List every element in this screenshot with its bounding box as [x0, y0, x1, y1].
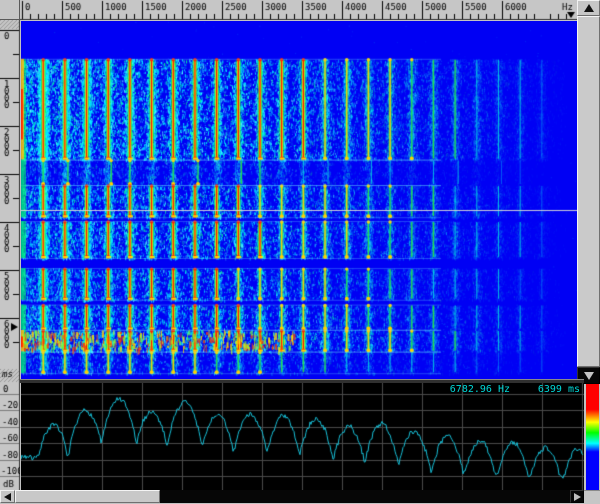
- spectrum-display[interactable]: [21, 383, 584, 490]
- vertical-scrollbar[interactable]: [577, 0, 600, 384]
- horizontal-scrollbar-thumb[interactable]: [15, 490, 160, 503]
- ruler-corner: [0, 0, 20, 20]
- spectrogram-analyzer-window: 6782.96 Hz 6399 ms: [0, 0, 600, 504]
- vertical-scrollbar-thumb[interactable]: [577, 16, 600, 367]
- scrollbar-corner: [584, 490, 600, 504]
- scroll-up-button[interactable]: [577, 0, 600, 16]
- down-arrow-icon: [584, 372, 594, 380]
- scroll-left-button[interactable]: [0, 490, 15, 503]
- frequency-ruler: [20, 0, 577, 20]
- color-scale[interactable]: [586, 384, 599, 490]
- right-arrow-icon: [574, 493, 581, 501]
- db-ruler: [0, 383, 20, 490]
- horizontal-scrollbar[interactable]: [0, 490, 584, 503]
- horizontal-scrollbar-track[interactable]: [160, 490, 570, 503]
- time-ruler: [0, 20, 20, 383]
- scroll-right-button[interactable]: [570, 490, 584, 503]
- spectrogram-display[interactable]: [21, 21, 577, 379]
- cursor-frequency-readout: 6782.96 Hz: [380, 384, 510, 395]
- up-arrow-icon: [584, 4, 594, 12]
- left-arrow-icon: [4, 493, 11, 501]
- cursor-time-readout: 6399 ms: [512, 384, 580, 395]
